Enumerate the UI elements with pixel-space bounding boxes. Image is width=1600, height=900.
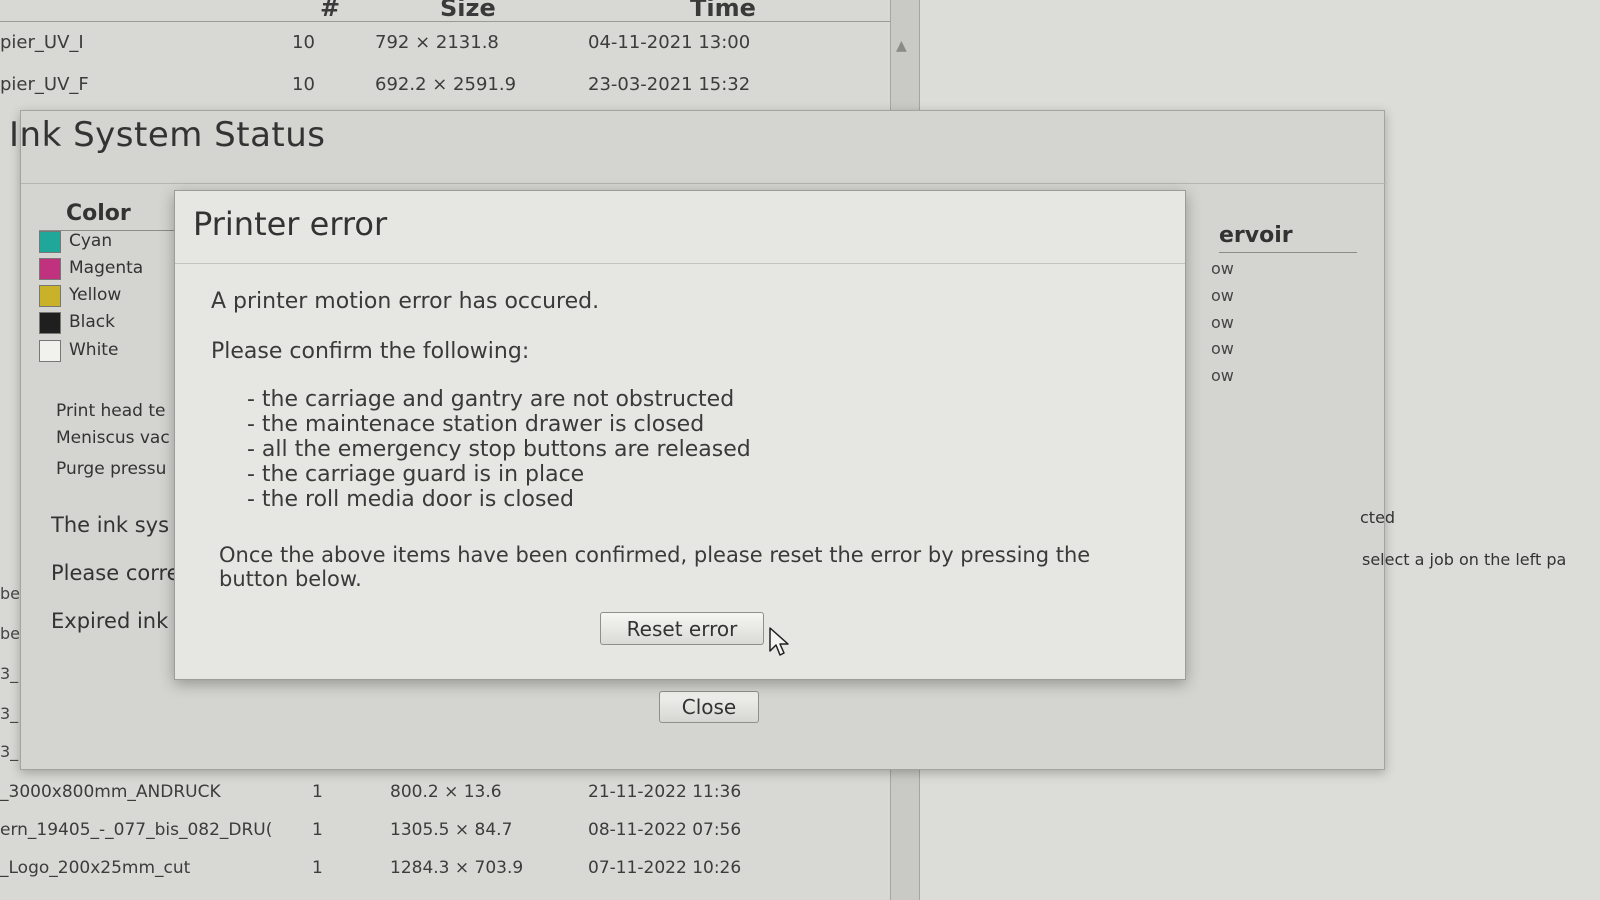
job-time: 23-03-2021 15:32 <box>588 74 751 95</box>
dialog-title: Printer error <box>193 205 388 243</box>
job-name: pier_UV_F <box>0 74 89 95</box>
purge-pressure-label: Purge pressu <box>56 459 167 479</box>
column-size-header: Size <box>440 0 496 22</box>
color-swatch <box>39 312 61 334</box>
reservoir-level-black: ow <box>1211 339 1234 358</box>
left-edge-fragment: 3_ <box>0 704 19 723</box>
correction-message: Please corre <box>51 561 180 585</box>
meniscus-vacuum-label: Meniscus vac <box>56 428 170 448</box>
job-count: 10 <box>292 74 315 95</box>
left-edge-fragment: 3_ <box>0 664 19 683</box>
job-count: 1 <box>312 858 323 878</box>
left-edge-fragment: be <box>0 584 20 603</box>
checklist-item: - the maintenace station drawer is close… <box>247 412 705 437</box>
job-name: ern_19405_-_077_bis_082_DRU( <box>0 820 273 840</box>
checklist-item: - the carriage guard is in place <box>247 462 585 487</box>
job-row[interactable]: pier_UV_I 10 792 × 2131.8 04-11-2021 13:… <box>0 24 890 62</box>
checklist-item: - all the emergency stop buttons are rel… <box>247 437 751 462</box>
confirmation-checklist: - the carriage and gantry are not obstru… <box>247 387 751 512</box>
job-time: 21-11-2022 11:36 <box>588 782 742 802</box>
color-column-header: Color <box>66 201 131 226</box>
column-count-header: # <box>320 0 341 22</box>
reset-instruction: Once the above items have been confirmed… <box>219 543 1091 591</box>
job-name: _Logo_200x25mm_cut <box>0 858 191 878</box>
close-button[interactable]: Close <box>659 691 759 723</box>
scroll-up-icon[interactable]: ▲ <box>896 38 907 54</box>
print-head-temperature-label: Print head te <box>56 401 166 421</box>
job-time: 08-11-2022 07:56 <box>588 820 742 840</box>
divider <box>21 183 1386 184</box>
job-name: pier_UV_I <box>0 32 84 53</box>
job-size: 792 × 2131.8 <box>375 32 499 53</box>
reservoir-level-white: ow <box>1211 366 1234 385</box>
job-size: 692.2 × 2591.9 <box>375 74 517 95</box>
divider <box>175 263 1185 264</box>
job-count: 1 <box>312 782 323 802</box>
job-row[interactable]: pier_UV_F 10 692.2 × 2591.9 23-03-2021 1… <box>0 66 890 104</box>
ink-system-message: The ink sys <box>51 513 170 537</box>
divider <box>1219 252 1357 253</box>
color-swatch <box>39 340 61 362</box>
job-list-header: # Size Time <box>0 0 890 22</box>
job-size: 1284.3 × 703.9 <box>390 858 524 878</box>
selection-status-text: cted <box>1360 508 1396 527</box>
printer-error-dialog: Printer error A printer motion error has… <box>174 190 1186 680</box>
error-description: A printer motion error has occured. <box>211 289 600 314</box>
job-size: 1305.5 × 84.7 <box>390 820 513 840</box>
color-label: Magenta <box>69 258 144 278</box>
color-swatch <box>39 258 61 280</box>
job-row[interactable]: ern_19405_-_077_bis_082_DRU( 1 1305.5 × … <box>0 814 890 848</box>
job-name: _3000x800mm_ANDRUCK <box>0 782 221 802</box>
job-time: 07-11-2022 10:26 <box>588 858 742 878</box>
ink-window-title: Ink System Status <box>9 115 326 155</box>
left-edge-fragment: be <box>0 624 20 643</box>
job-row[interactable]: _Logo_200x25mm_cut 1 1284.3 × 703.9 07-1… <box>0 852 890 886</box>
reservoir-column-header: ervoir <box>1219 223 1293 248</box>
reservoir-level-yellow: ow <box>1211 313 1234 332</box>
expired-ink-message: Expired ink <box>51 609 169 633</box>
column-time-header: Time <box>690 0 756 22</box>
confirm-heading: Please confirm the following: <box>211 339 530 364</box>
color-label: Cyan <box>69 231 113 251</box>
color-label: White <box>69 340 119 360</box>
reservoir-level-cyan: ow <box>1211 259 1234 278</box>
job-size: 800.2 × 13.6 <box>390 782 502 802</box>
color-swatch <box>39 285 61 307</box>
select-job-hint: select a job on the left pa <box>1362 550 1567 569</box>
left-edge-fragment: 3_ <box>0 742 19 761</box>
color-label: Black <box>69 312 115 332</box>
reservoir-level-magenta: ow <box>1211 286 1234 305</box>
job-count: 10 <box>292 32 315 53</box>
job-time: 04-11-2021 13:00 <box>588 32 751 53</box>
checklist-item: - the roll media door is closed <box>247 487 574 512</box>
color-swatch <box>39 231 61 253</box>
reset-error-button[interactable]: Reset error <box>600 612 764 645</box>
color-label: Yellow <box>69 285 122 305</box>
job-row[interactable]: _3000x800mm_ANDRUCK 1 800.2 × 13.6 21-11… <box>0 776 890 810</box>
job-count: 1 <box>312 820 323 840</box>
checklist-item: - the carriage and gantry are not obstru… <box>247 387 735 412</box>
mouse-pointer-icon <box>769 627 789 656</box>
